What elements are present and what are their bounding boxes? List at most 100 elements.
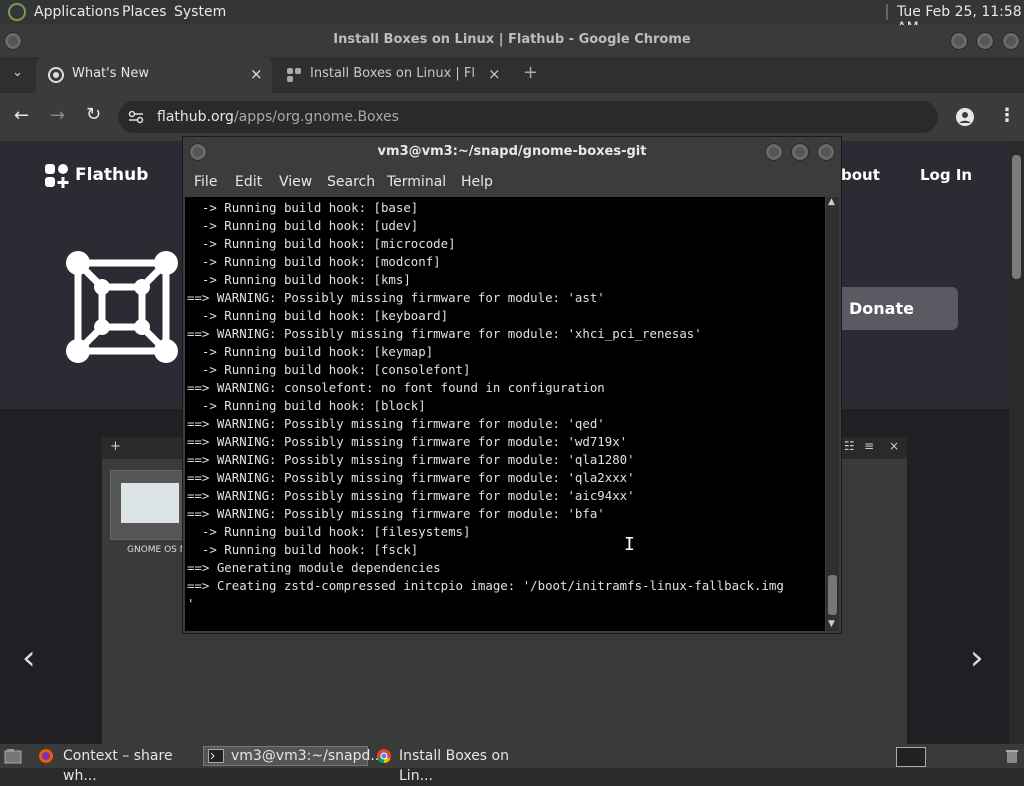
task-label: vm3@vm3:~/snapd... [231,748,384,764]
chrome-icon [48,67,64,83]
task-label: Context – share wh... [63,748,173,784]
system-logo-icon[interactable] [8,3,26,21]
close-button[interactable] [1002,32,1020,50]
window-menu-icon[interactable] [4,32,22,50]
terminal-scroll-thumb[interactable] [828,575,837,615]
carousel-prev-arrow[interactable]: ‹ [22,638,36,678]
menu-help[interactable]: Help [461,174,493,190]
terminal-line: ==> WARNING: Possibly missing firmware f… [187,470,635,485]
task-terminal[interactable]: vm3@vm3:~/snapd... [203,746,384,766]
terminal-close-button[interactable] [817,143,835,161]
menu-search[interactable]: Search [327,174,375,190]
task-firefox[interactable]: Context – share wh... [36,746,196,784]
tab-close-icon[interactable]: × [488,57,501,91]
task-label: Install Boxes on Lin... [399,748,509,784]
kebab-menu-icon[interactable]: ⋮ [998,105,1016,126]
flathub-logo-icon[interactable] [44,163,70,189]
site-info-icon[interactable] [128,110,144,124]
top-panel: Applications Places System Tue Feb 25, 1… [0,0,1024,36]
terminal-window-menu-icon[interactable] [189,143,207,161]
terminal-line: ==> WARNING: Possibly missing firmware f… [187,488,635,503]
terminal-line: ==> WARNING: Possibly missing firmware f… [187,416,605,431]
terminal-window[interactable]: vm3@vm3:~/snapd/gnome-boxes-git File Edi… [182,136,842,634]
tab-bar: ⌄ What's New × Install Boxes on Linux | … [0,57,1024,93]
terminal-line: -> Running build hook: [keymap] [187,344,434,359]
window-title: Install Boxes on Linux | Flathub - Googl… [333,32,691,47]
nav-login-link[interactable]: Log In [920,166,972,184]
terminal-line: ==> Generating module dependencies [187,560,441,575]
show-desktop-icon[interactable] [4,748,22,764]
grid-view-icon: ☷ [844,439,855,453]
terminal-titlebar[interactable]: vm3@vm3:~/snapd/gnome-boxes-git [183,137,841,167]
terminal-line: ==> WARNING: Possibly missing firmware f… [187,290,605,305]
taskbar: Context – share wh... vm3@vm3:~/snapd...… [0,744,1024,784]
tab-whats-new[interactable]: What's New × [36,57,272,93]
url-text[interactable]: flathub.org/apps/org.gnome.Boxes [157,109,399,125]
scroll-up-icon[interactable]: ▲ [828,197,835,207]
menu-file[interactable]: File [194,174,217,190]
terminal-line: ' [187,596,195,611]
forward-arrow-icon[interactable]: → [50,105,65,126]
system-menu[interactable]: System [174,4,226,20]
terminal-line: -> Running build hook: [kms] [187,272,411,287]
firefox-icon [39,749,53,763]
terminal-line: -> Running build hook: [consolefont] [187,362,471,377]
screenshot-close-icon: × [889,439,900,453]
text-cursor-icon: I [624,534,635,555]
terminal-line: -> Running build hook: [fsck] [187,542,419,557]
reload-icon[interactable]: ↻ [86,104,101,125]
tab-close-icon[interactable]: × [250,57,263,91]
terminal-text: -> Running build hook: [base] -> Running… [185,197,825,613]
terminal-line: -> Running build hook: [filesystems] [187,524,471,539]
menu-edit[interactable]: Edit [235,174,262,190]
add-icon: + [110,439,121,454]
tab-search-chevron-icon[interactable]: ⌄ [12,65,23,80]
terminal-line: -> Running build hook: [udev] [187,218,419,233]
chrome-titlebar: Install Boxes on Linux | Flathub - Googl… [0,25,1024,57]
terminal-menubar: File Edit View Search Terminal Help [183,167,841,197]
terminal-icon [208,749,224,763]
donate-label: Donate [849,299,914,318]
terminal-minimize-button[interactable] [765,143,783,161]
menu-view[interactable]: View [279,174,312,190]
menu-terminal[interactable]: Terminal [387,174,446,190]
page-scrollbar[interactable] [1009,141,1024,744]
vm-thumbnail-screen [121,483,179,523]
terminal-maximize-button[interactable] [791,143,809,161]
minimize-button[interactable] [950,32,968,50]
terminal-scrollbar[interactable]: ▲ ▼ [826,197,839,631]
workspace-switcher[interactable] [896,747,926,767]
scroll-down-icon[interactable]: ▼ [828,619,835,629]
terminal-title: vm3@vm3:~/snapd/gnome-boxes-git [377,144,647,159]
list-view-icon: ≡ [864,439,875,453]
profile-icon[interactable] [956,108,974,126]
carousel-next-arrow[interactable]: › [970,638,984,678]
back-arrow-icon[interactable]: ← [14,105,29,126]
url-path: /apps/org.gnome.Boxes [233,109,399,125]
url-host: flathub.org [157,109,234,125]
terminal-line: -> Running build hook: [keyboard] [187,308,449,323]
terminal-line: -> Running build hook: [base] [187,200,419,215]
terminal-line: ==> WARNING: consolefont: no font found … [187,380,605,395]
terminal-line: -> Running build hook: [block] [187,398,426,413]
trash-icon[interactable] [1004,748,1020,764]
new-tab-button[interactable]: + [523,62,538,83]
terminal-line: ==> WARNING: Possibly missing firmware f… [187,452,635,467]
tab-label: What's New [72,66,149,81]
terminal-line: ==> WARNING: Possibly missing firmware f… [187,506,605,521]
panel-separator [886,4,888,20]
terminal-output[interactable]: -> Running build hook: [base] -> Running… [185,197,825,631]
applications-menu[interactable]: Applications [34,4,120,20]
terminal-line: -> Running build hook: [modconf] [187,254,441,269]
scrollbar-thumb[interactable] [1012,155,1021,279]
maximize-button[interactable] [976,32,994,50]
tab-label: Install Boxes on Linux | Flath [310,66,476,81]
terminal-line: ==> WARNING: Possibly missing firmware f… [187,434,628,449]
nav-about-link[interactable]: bout [841,166,880,184]
task-chrome[interactable]: Install Boxes on Lin... [374,746,539,784]
terminal-line: ==> WARNING: Possibly missing firmware f… [187,326,702,341]
chrome-icon [377,749,391,764]
flathub-brand[interactable]: Flathub [75,165,148,185]
tab-install-boxes[interactable]: Install Boxes on Linux | Flath × [276,57,512,93]
places-menu[interactable]: Places [122,4,167,20]
